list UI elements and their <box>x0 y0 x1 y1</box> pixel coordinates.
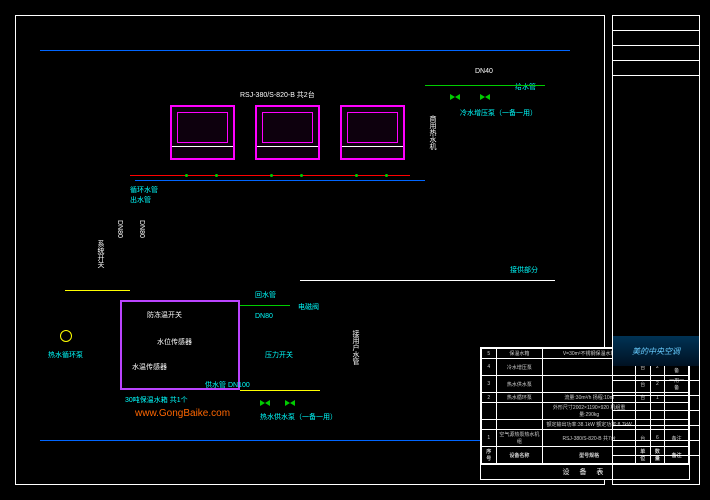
tb-r1 <box>613 31 699 46</box>
table-cell: 保温水箱 <box>496 349 543 359</box>
conn-2 <box>215 174 218 177</box>
table-cell <box>496 403 543 420</box>
supply-dn-label: 供水管 DN100 <box>205 380 250 390</box>
pipe-in-label: 循环水管 <box>130 185 158 195</box>
pipe-return <box>240 305 290 306</box>
brand-logo: 美的中央空调 <box>613 336 699 366</box>
level-sensor-label: 水位传感器 <box>157 337 192 347</box>
table-header: 设备名称 <box>496 447 543 464</box>
circ-pump <box>60 330 72 342</box>
sys-switch-label: 系统开关 <box>95 240 105 268</box>
vstack-label: 商用热水机 <box>427 115 437 150</box>
cad-canvas: RSJ-380/S-820-B 共2台 商用热水机 DN40 给水管 冷水增压泵… <box>0 0 710 500</box>
pipe-supply-h <box>425 85 545 86</box>
tb-b5 <box>613 426 699 441</box>
tb-b4 <box>613 411 699 426</box>
pipe-manifold-blue <box>135 180 425 181</box>
temp-sensor-label: 水温传感器 <box>132 362 167 372</box>
pipe-hot-supply <box>240 390 320 391</box>
heatpump-unit-3 <box>340 105 405 160</box>
title-block: 美的中央空调 <box>612 15 700 485</box>
conn-3 <box>270 174 273 177</box>
watermark: www.GongBaike.com <box>135 408 230 419</box>
table-cell: 热水循环泵 <box>496 393 543 403</box>
tb-r3 <box>613 61 699 76</box>
table-cell: 5 <box>482 349 497 359</box>
pressure-sw-label: 压力开关 <box>265 350 293 360</box>
heatpump-unit-2 <box>255 105 320 160</box>
table-cell: 3 <box>482 376 497 393</box>
table-cell <box>496 420 543 430</box>
hot-circ-label: 热水循环泵 <box>48 350 83 360</box>
table-cell: 1 <box>482 430 497 447</box>
dn40-label: DN40 <box>475 68 493 75</box>
pipe-circ-h <box>65 290 130 291</box>
table-header: 序号 <box>482 447 497 464</box>
units-model-label: RSJ-380/S-820-B 共2台 <box>240 90 315 100</box>
solenoid-label: 电磁阀 <box>298 302 319 312</box>
tb-spacer <box>613 76 699 336</box>
return-pipe-label: 回水管 <box>255 290 276 300</box>
table-cell <box>482 403 497 420</box>
valve-hot-2 <box>285 398 295 408</box>
valve-supply-2 <box>480 92 490 102</box>
conn-4 <box>300 174 303 177</box>
tb-b2 <box>613 381 699 396</box>
design-section-label: 接供部分 <box>510 265 538 275</box>
pipe-out-label: 出水管 <box>130 195 151 205</box>
outer-top <box>40 50 570 51</box>
conn-1 <box>185 174 188 177</box>
hot-supply-pump-label: 热水供水泵（一备一用） <box>260 412 337 422</box>
conn-6 <box>385 174 388 177</box>
dn80-return: DN80 <box>255 313 273 320</box>
supply-pipe-label: 给水管 <box>515 82 536 92</box>
table-cell: 4 <box>482 359 497 376</box>
antifreeze-label: 防冻温开关 <box>147 310 182 320</box>
to-user-label: 接用户水管 <box>350 330 360 365</box>
table-cell <box>482 420 497 430</box>
table-cell: 空气源热泵热水机组 <box>496 430 543 447</box>
valve-supply-1 <box>450 92 460 102</box>
tank-label: 30吨保温水箱 共1个 <box>125 395 188 405</box>
tb-r2 <box>613 46 699 61</box>
tb-b6 <box>613 441 699 456</box>
tb-b3 <box>613 396 699 411</box>
hot-water-tank: 防冻温开关 水位传感器 水温传感器 <box>120 300 240 390</box>
conn-5 <box>355 174 358 177</box>
tb-r0 <box>613 16 699 31</box>
tb-b1 <box>613 366 699 381</box>
valve-hot-1 <box>260 398 270 408</box>
tb-b7 <box>613 456 699 471</box>
cold-pump-label: 冷水增压泵（一备一用） <box>460 108 537 118</box>
pipe-user-h <box>300 280 555 281</box>
dn80-2-label: DN80 <box>138 220 145 238</box>
table-cell: 冷水增压泵 <box>496 359 543 376</box>
heatpump-unit-1 <box>170 105 235 160</box>
dn80-1-label: DN80 <box>116 220 123 238</box>
table-cell: 2 <box>482 393 497 403</box>
table-cell: 热水供水泵 <box>496 376 543 393</box>
